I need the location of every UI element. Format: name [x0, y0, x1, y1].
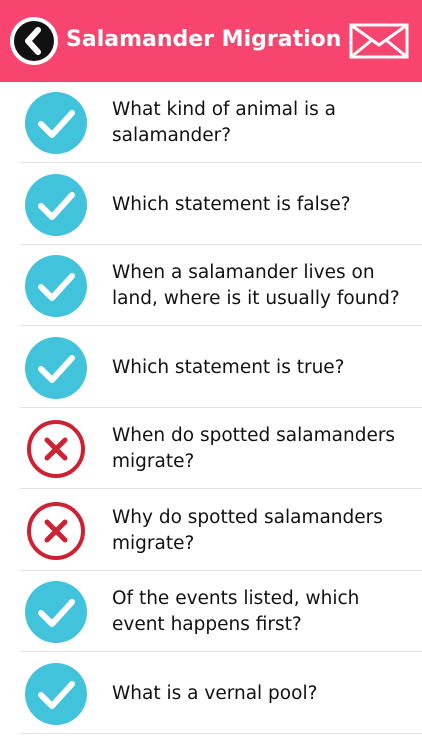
checkmark-icon: [25, 581, 87, 643]
x-mark-icon: [25, 500, 87, 562]
row-divider: [20, 488, 422, 489]
question-text: Of the events listed, which event happen…: [112, 588, 360, 635]
checkmark-icon: [25, 663, 87, 725]
app-header: Salamander Migration: [0, 0, 422, 82]
question-text: What kind of animal is a salamander?: [112, 99, 336, 146]
question-text: Why do spotted salamanders migrate?: [112, 507, 383, 554]
envelope-icon: [349, 23, 409, 59]
question-row[interactable]: Which statement is true?: [0, 327, 422, 408]
chevron-left-icon: [25, 27, 41, 55]
question-row[interactable]: When a salamander lives on land, where i…: [0, 245, 422, 326]
mail-button[interactable]: [348, 22, 410, 60]
question-row[interactable]: What kind of animal is a salamander?: [0, 82, 422, 163]
row-divider: [20, 651, 422, 652]
question-text: Which statement is false?: [112, 194, 351, 215]
checkmark-icon: [25, 255, 87, 317]
row-divider: [20, 162, 422, 163]
row-divider: [20, 325, 422, 326]
checkmark-icon: [25, 92, 87, 154]
question-text: When do spotted salamanders migrate?: [112, 425, 396, 472]
question-row[interactable]: Why do spotted salamanders migrate?: [0, 490, 422, 571]
back-button[interactable]: [10, 17, 58, 65]
question-row[interactable]: When do spotted salamanders migrate?: [0, 408, 422, 489]
question-text: When a salamander lives on land, where i…: [112, 262, 400, 309]
question-text: Which statement is true?: [112, 357, 345, 378]
row-divider: [20, 733, 422, 734]
question-row[interactable]: Of the events listed, which event happen…: [0, 571, 422, 652]
question-row[interactable]: Which statement is false?: [0, 164, 422, 245]
checkmark-icon: [25, 337, 87, 399]
question-row[interactable]: What is a vernal pool?: [0, 653, 422, 734]
x-mark-icon: [25, 418, 87, 480]
page-title: Salamander Migration: [66, 27, 342, 52]
question-text: What is a vernal pool?: [112, 683, 318, 704]
checkmark-icon: [25, 174, 87, 236]
